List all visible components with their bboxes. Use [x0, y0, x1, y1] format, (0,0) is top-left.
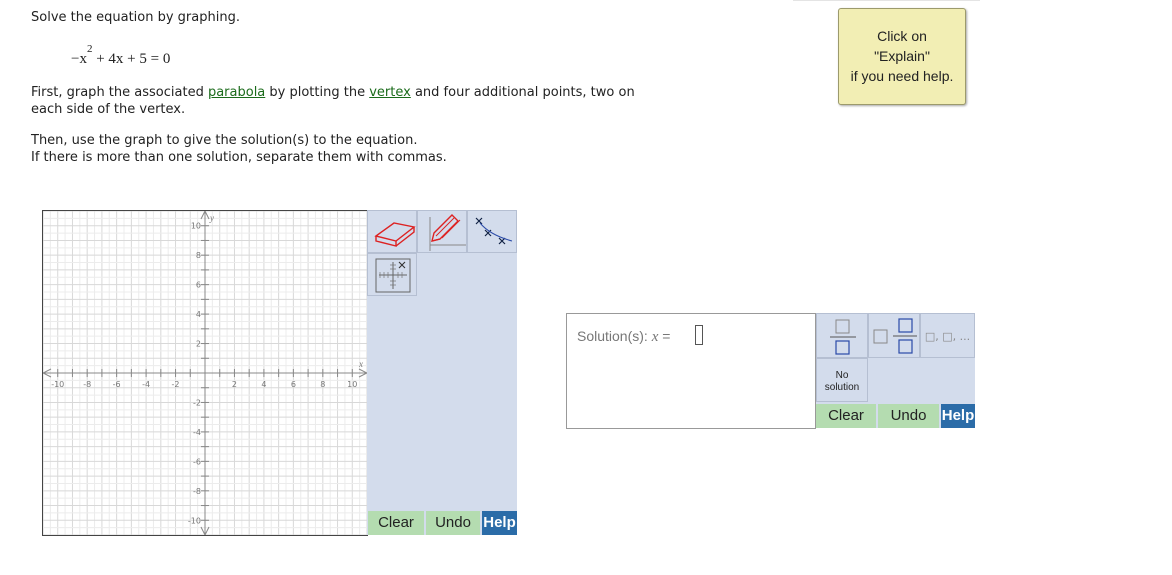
answer-clear-button[interactable]: Clear: [816, 404, 876, 428]
graph-toolbar: Clear Undo Help: [367, 210, 517, 535]
instruction-paragraph-1: First, graph the associated parabola by …: [31, 85, 635, 100]
equation-term: −x: [71, 51, 87, 67]
answer-input[interactable]: [695, 325, 703, 345]
top-divider: [793, 0, 980, 1]
note-line: Click on: [877, 28, 927, 44]
point-plot-icon: [475, 217, 513, 245]
x-tick-label: 4: [261, 380, 266, 389]
y-tick-label: -2: [193, 398, 201, 407]
y-tick-label: 2: [196, 340, 201, 349]
math-palette: □, □, ... No solution Clear Undo Help: [816, 313, 975, 428]
x-tick-label: -4: [142, 380, 150, 389]
instruction-paragraph-2-cont: If there is more than one solution, sepa…: [31, 150, 447, 165]
mixed-number-icon: [873, 318, 917, 354]
list-entry-button[interactable]: □, □, ...: [920, 313, 975, 358]
solutions-label: Solution(s):: [577, 328, 652, 344]
equals-sign: =: [658, 328, 671, 344]
no-solution-line: No: [835, 370, 849, 381]
vertex-link[interactable]: vertex: [369, 85, 411, 100]
x-tick-label: 10: [347, 380, 357, 389]
fraction-button[interactable]: [816, 313, 868, 358]
x-tick-label: -10: [51, 380, 64, 389]
no-solution-button[interactable]: No solution: [816, 358, 868, 402]
instruction-text: First, graph the associated: [31, 85, 208, 100]
x-tick-label: 2: [232, 380, 237, 389]
x-tick-label: -8: [83, 380, 91, 389]
fraction-icon: [830, 319, 856, 355]
explain-help-note[interactable]: Click on "Explain" if you need help.: [838, 8, 966, 105]
eraser-tool[interactable]: [367, 210, 417, 253]
x-tick-label: 6: [291, 380, 296, 389]
y-tick-label: -6: [193, 457, 201, 466]
coordinate-grid[interactable]: -10 -8 -6 -4 -2 2 4 6 8 10 10 8 6 4 2 -2 -4 -6 -8 -10 x y: [41, 209, 369, 537]
instruction-paragraph-1-cont: each side of the vertex.: [31, 102, 186, 117]
y-tick-label: 4: [196, 310, 201, 319]
x-tick-label: 8: [320, 380, 325, 389]
equation-rest: + 4x + 5 = 0: [92, 51, 171, 67]
y-tick-label: 6: [196, 281, 201, 290]
instruction-text: and four additional points, two on: [410, 85, 635, 100]
y-tick-label: 10: [191, 222, 201, 231]
x-axis-label: x: [358, 359, 363, 369]
instruction-paragraph-2: Then, use the graph to give the solution…: [31, 133, 418, 148]
prompt-title: Solve the equation by graphing.: [31, 10, 240, 25]
y-tick-label: 8: [196, 251, 201, 260]
answer-help-button[interactable]: Help: [941, 404, 975, 428]
mixed-number-button[interactable]: [868, 313, 920, 358]
pencil-tool[interactable]: [417, 210, 467, 253]
x-tick-label: -2: [172, 380, 180, 389]
points-tool[interactable]: [467, 210, 517, 253]
equation-exponent: 2: [86, 43, 93, 55]
graph-clear-button[interactable]: Clear: [368, 511, 424, 535]
graph-help-button[interactable]: Help: [482, 511, 517, 535]
answer-box[interactable]: Solution(s): x =: [566, 313, 816, 429]
note-line: if you need help.: [850, 68, 954, 84]
note-line: "Explain": [874, 48, 930, 64]
grid-window-icon: [375, 258, 411, 293]
y-axis-label: y: [209, 213, 214, 223]
y-tick-label: -10: [188, 516, 201, 525]
x-tick-label: -6: [113, 380, 121, 389]
answer-label-row: Solution(s): x =: [577, 328, 670, 346]
equation: −x2 + 4x + 5 = 0: [71, 43, 171, 68]
y-tick-label: -4: [193, 428, 201, 437]
pencil-icon: [429, 214, 466, 251]
no-solution-line: solution: [824, 382, 860, 393]
graph-canvas[interactable]: -10 -8 -6 -4 -2 2 4 6 8 10 10 8 6 4 2 -2 -4 -6 -8 -10 x y: [41, 209, 369, 537]
instruction-text: by plotting the: [265, 85, 370, 100]
answer-undo-button[interactable]: Undo: [878, 404, 939, 428]
window-settings-tool[interactable]: [367, 253, 417, 296]
graph-undo-button[interactable]: Undo: [426, 511, 480, 535]
parabola-link[interactable]: parabola: [208, 85, 265, 100]
y-tick-label: -8: [193, 487, 201, 496]
eraser-icon: [374, 222, 416, 247]
